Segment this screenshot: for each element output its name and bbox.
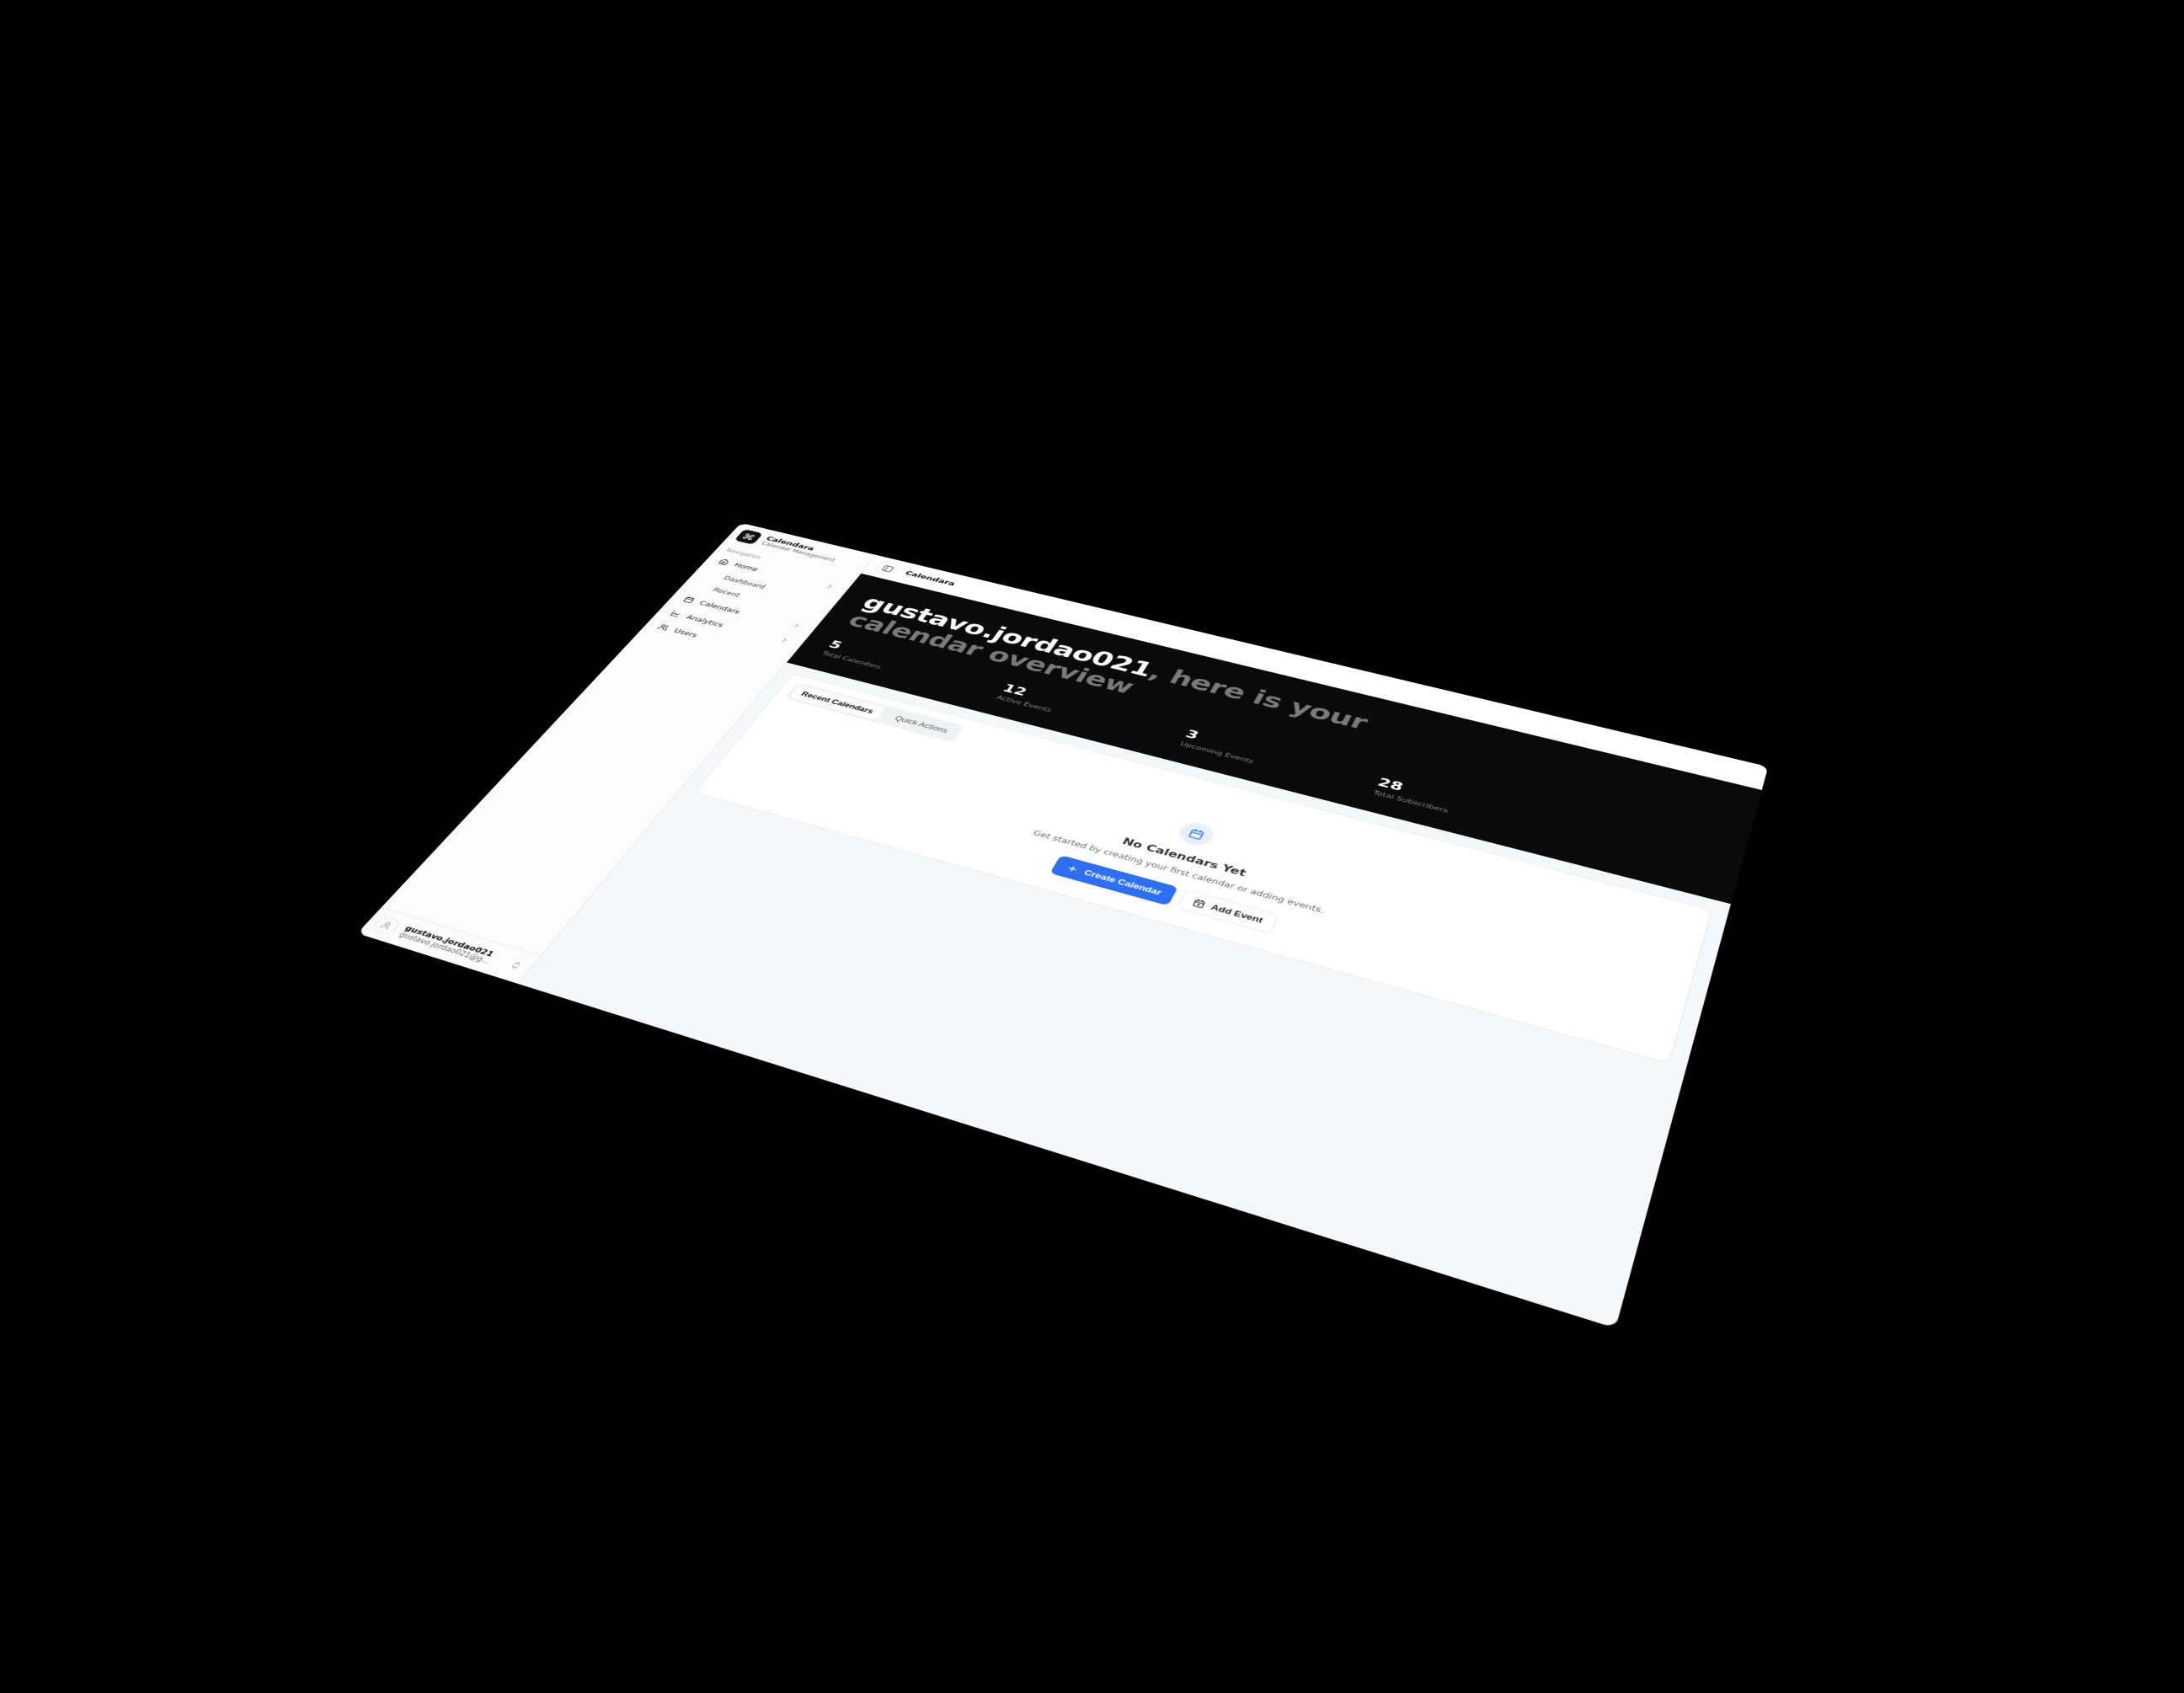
chevron-right-icon [821, 583, 836, 592]
button-label: Add Event [1209, 903, 1263, 925]
sidebar-item-label: Home [732, 562, 760, 573]
brand-logo [734, 529, 763, 545]
avatar [370, 916, 403, 937]
empty-icon-wrap [1174, 820, 1217, 848]
user-icon [377, 920, 395, 931]
chevrons-up-down-icon[interactable] [505, 959, 526, 973]
user-meta: gustavo.jordao021 gustavo.jordao021@gma.… [397, 924, 499, 966]
chart-icon [669, 610, 683, 617]
calendar-icon [1186, 828, 1205, 841]
stat-label: Total Calendars [820, 650, 883, 670]
chevron-right-icon [776, 636, 791, 645]
button-label: Create Calendar [1081, 868, 1162, 897]
tab-quick-actions[interactable]: Quick Actions [882, 709, 960, 740]
stat-value: 5 [825, 638, 845, 652]
sidebar-item-label: Recent [711, 586, 741, 598]
sidebar-footer[interactable]: gustavo.jordao021 gustavo.jordao021@gma.… [357, 907, 540, 984]
panel-left-icon [880, 564, 895, 573]
users-icon [656, 623, 670, 632]
sidebar-toggle-button[interactable] [873, 560, 903, 576]
stat-value: 3 [1183, 728, 1201, 742]
app-frame: Calendara Calendar Management Navigation… [357, 523, 1768, 1328]
command-icon [740, 532, 756, 541]
plus-icon [1065, 864, 1080, 874]
home-icon [717, 558, 730, 565]
chevron-right-icon [788, 622, 804, 631]
calendar-icon [681, 595, 696, 603]
calendar-plus-icon [1191, 898, 1206, 909]
perspective-stage: Calendara Calendar Management Navigation… [0, 0, 2184, 1693]
stat-label: Total Subscribers [1371, 789, 1449, 814]
sidebar-item-label: Users [671, 628, 699, 639]
stat-label: Active Events [995, 694, 1052, 713]
tab-recent-calendars[interactable]: Recent Calendars [788, 686, 886, 721]
stat-label: Upcoming Events [1178, 740, 1255, 765]
